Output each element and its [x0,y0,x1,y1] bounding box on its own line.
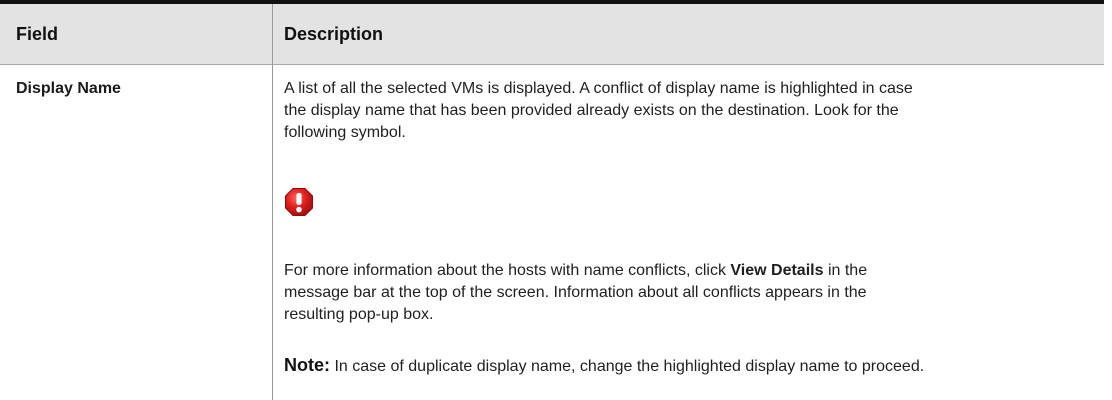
description-line-3: following symbol. [284,124,406,141]
column-divider [272,4,273,400]
note-label: Note: [284,355,330,375]
field-description-table: Field Description Display Name A list of… [0,0,1104,400]
more-info-text-tail: in the [823,262,868,279]
red-exclamation-alert-icon [285,188,313,216]
description-line-5: message bar at the top of the screen. In… [284,284,867,301]
description-line-2: the display name that has been provided … [284,102,899,119]
column-header-description: Description [284,24,384,44]
description-line-4: For more information about the hosts wit… [284,262,867,280]
description-line-6: resulting pop-up box. [284,306,434,323]
note-paragraph: Note: In case of duplicate display name,… [284,355,924,376]
header-divider [0,64,1104,65]
description-line-1: A list of all the selected VMs is displa… [284,80,913,97]
field-name-display-name: Display Name [16,80,121,97]
table-header-row [0,4,1104,64]
note-text: In case of duplicate display name, chang… [330,358,925,375]
column-header-field: Field [16,24,59,44]
more-info-text: For more information about the hosts wit… [284,262,731,279]
view-details-emphasis: View Details [730,262,824,279]
